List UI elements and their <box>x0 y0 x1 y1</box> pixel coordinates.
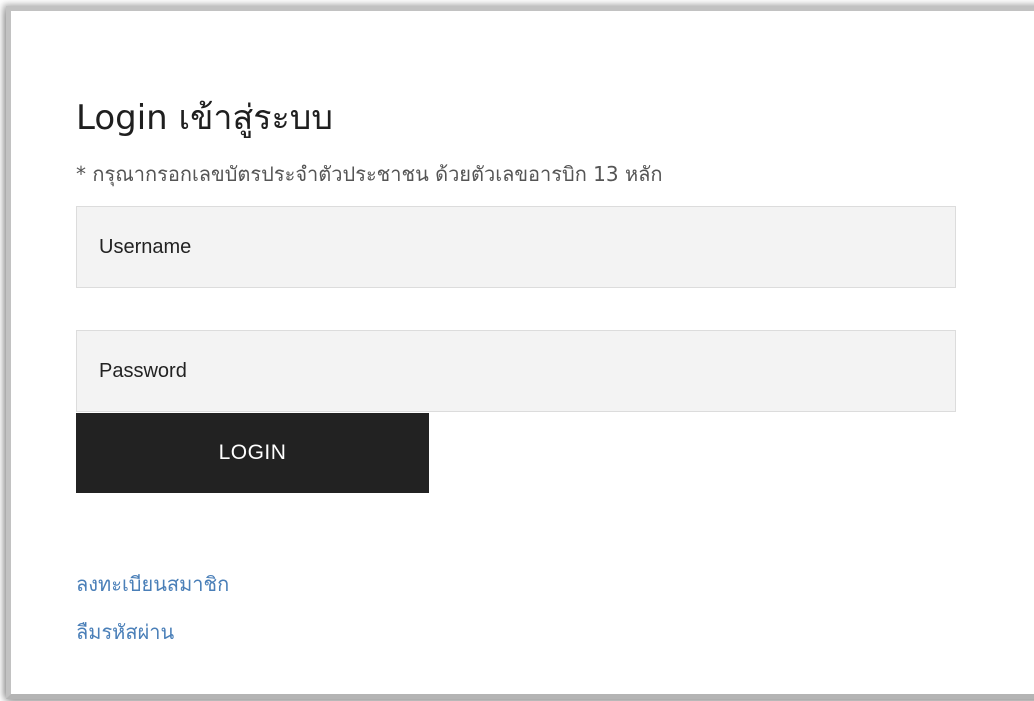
forgot-password-link[interactable]: ลืมรหัสผ่าน <box>76 618 174 646</box>
page-title: Login เข้าสู่ระบบ <box>76 98 333 138</box>
login-button[interactable]: LOGIN <box>76 413 429 493</box>
id-card-hint: * กรุณากรอกเลขบัตรประจำตัวประชาชน ด้วยตั… <box>76 162 663 186</box>
username-input[interactable] <box>76 206 956 288</box>
password-input[interactable] <box>76 330 956 412</box>
register-link[interactable]: ลงทะเบียนสมาชิก <box>76 570 229 598</box>
